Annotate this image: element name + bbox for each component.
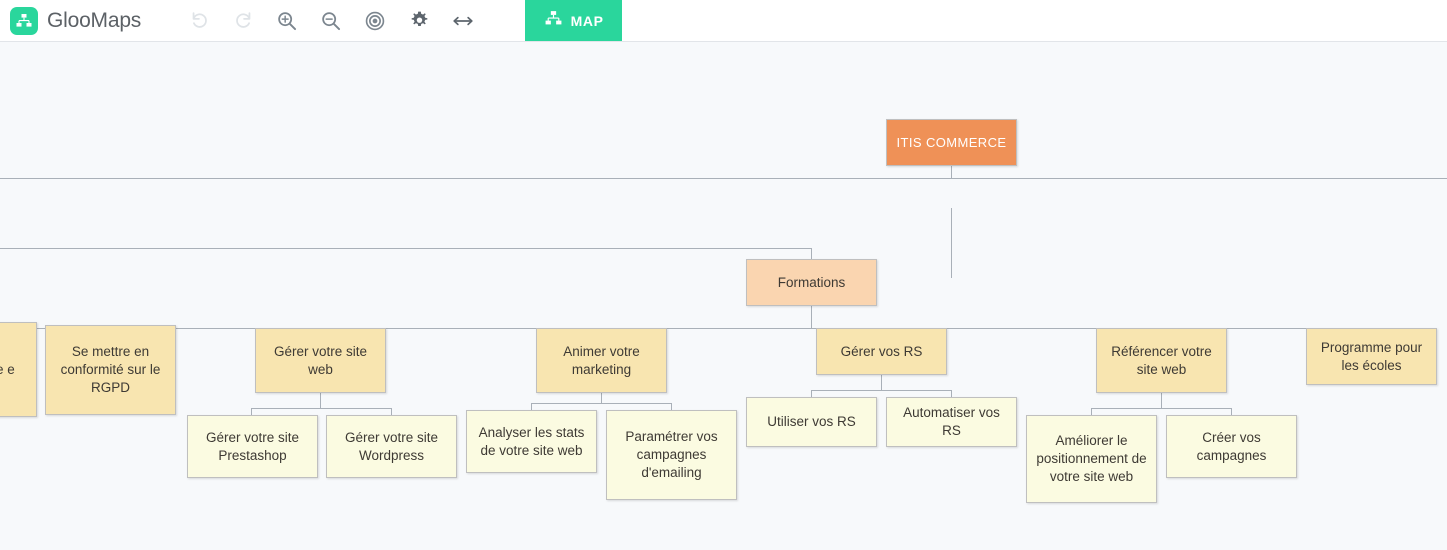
sitemap-node-auto-rs[interactable]: Automatiser vos RS bbox=[886, 397, 1017, 447]
connector-gererweb-bus bbox=[251, 408, 391, 409]
connector-referencer-bus bbox=[1091, 408, 1231, 409]
top-toolbar: GlooMaps MAP bbox=[0, 0, 1447, 42]
sitemap-node-label: Gérer votre site web bbox=[273, 343, 368, 377]
settings-button[interactable] bbox=[397, 0, 441, 42]
sitemap-node-rgpd[interactable]: Se mettre en conformité sur le RGPD bbox=[45, 325, 176, 415]
sitemap-node-emailing[interactable]: Paramétrer vos campagnes d'emailing bbox=[606, 410, 737, 500]
connector-wordpress bbox=[391, 408, 392, 415]
sitemap-node-prestashop[interactable]: Gérer votre site Prestashop bbox=[187, 415, 318, 478]
fit-width-button[interactable] bbox=[441, 0, 485, 42]
sitemap-node-label: Animer votre marketing bbox=[563, 343, 640, 377]
connector-formations-down bbox=[811, 306, 812, 328]
sitemap-node-label: Programme pour les écoles bbox=[1320, 339, 1423, 373]
connector-gererrs-down bbox=[881, 375, 882, 390]
redo-icon bbox=[235, 12, 250, 28]
target-icon bbox=[365, 11, 385, 30]
sitemap-node-label: Formations bbox=[777, 274, 846, 290]
connector-prestashop bbox=[251, 408, 252, 415]
undo-button[interactable] bbox=[177, 0, 221, 42]
tab-map-label: MAP bbox=[570, 12, 604, 29]
gear-icon bbox=[411, 11, 427, 27]
connector-gererrs-bus bbox=[811, 390, 951, 391]
sitemap-node-gerer-web[interactable]: Gérer votre site web bbox=[255, 328, 386, 393]
sitemap-node-label: Utiliser vos RS bbox=[767, 414, 856, 430]
connector-position bbox=[1091, 408, 1092, 415]
sitemap-icon bbox=[544, 9, 563, 33]
app-name: GlooMaps bbox=[47, 8, 142, 32]
app-brand: GlooMaps bbox=[0, 0, 151, 41]
connector-emailing bbox=[671, 403, 672, 410]
center-view-button[interactable] bbox=[353, 0, 397, 42]
sitemap-node-gerer-rs[interactable]: Gérer vos RS bbox=[816, 328, 947, 375]
arrows-lr-icon bbox=[453, 16, 473, 25]
connector-stats bbox=[531, 403, 532, 410]
zoom-in-icon bbox=[278, 11, 297, 30]
connector-utiliserrs bbox=[811, 390, 812, 397]
sitemap-node-label: Paramétrer vos campagnes d'emailing bbox=[625, 429, 718, 480]
sitemap-node-cut-left[interactable]: ce e bbox=[0, 322, 37, 417]
toolbar-button-group bbox=[177, 0, 485, 41]
connector-animer-down bbox=[601, 393, 602, 403]
connector-animer-bus bbox=[531, 403, 671, 404]
sitemap-node-label: Analyser les stats de votre site web bbox=[478, 424, 585, 458]
sitemap-node-formations[interactable]: Formations bbox=[746, 259, 877, 306]
sitemap-node-utiliser-rs[interactable]: Utiliser vos RS bbox=[746, 397, 877, 447]
connector-formations-up bbox=[811, 248, 812, 259]
connector-root-stub bbox=[951, 208, 952, 278]
sitemap-node-label: Automatiser vos RS bbox=[903, 405, 1000, 438]
connector-root-bus bbox=[0, 178, 1447, 179]
sitemap-node-campagnes[interactable]: Créer vos campagnes bbox=[1166, 415, 1297, 478]
sitemap-node-ecoles[interactable]: Programme pour les écoles bbox=[1306, 328, 1437, 385]
connector-campagnes bbox=[1231, 408, 1232, 415]
connector-autors bbox=[951, 390, 952, 397]
sitemap-node-wordpress[interactable]: Gérer votre site Wordpress bbox=[326, 415, 457, 478]
sitemap-icon bbox=[10, 6, 38, 35]
sitemap-node-label: Gérer votre site Wordpress bbox=[344, 429, 439, 463]
connector-gererweb-down bbox=[320, 393, 321, 408]
sitemap-node-label: Créer vos campagnes bbox=[1196, 429, 1267, 463]
sitemap-node-label: Se mettre en conformité sur le RGPD bbox=[60, 344, 161, 395]
sitemap-node-root[interactable]: ITIS COMMERCE bbox=[886, 119, 1017, 166]
sitemap-node-position[interactable]: Améliorer le positionnement de votre sit… bbox=[1026, 415, 1157, 503]
undo-icon bbox=[192, 12, 207, 28]
zoom-out-icon bbox=[322, 11, 341, 30]
sitemap-node-label: ce e bbox=[0, 361, 15, 377]
sitemap-node-label: Gérer vos RS bbox=[840, 343, 923, 359]
sitemap-node-label: Améliorer le positionnement de votre sit… bbox=[1036, 433, 1147, 484]
sitemap-canvas[interactable]: ITIS COMMERCE Formations ce e Se mettre en … bbox=[0, 42, 1447, 550]
sitemap-node-label: Gérer votre site Prestashop bbox=[205, 429, 300, 463]
sitemap-node-referencer[interactable]: Référencer votre site web bbox=[1096, 328, 1227, 393]
zoom-in-button[interactable] bbox=[265, 0, 309, 42]
connector-level1-bus bbox=[0, 248, 812, 249]
tab-map[interactable]: MAP bbox=[525, 0, 623, 41]
sitemap-node-label: Référencer votre site web bbox=[1111, 343, 1212, 377]
redo-button[interactable] bbox=[221, 0, 265, 42]
sitemap-node-label: ITIS COMMERCE bbox=[896, 134, 1007, 150]
zoom-out-button[interactable] bbox=[309, 0, 353, 42]
sitemap-node-stats[interactable]: Analyser les stats de votre site web bbox=[466, 410, 597, 473]
connector-referencer-down bbox=[1161, 393, 1162, 408]
sitemap-node-animer-mkt[interactable]: Animer votre marketing bbox=[536, 328, 667, 393]
